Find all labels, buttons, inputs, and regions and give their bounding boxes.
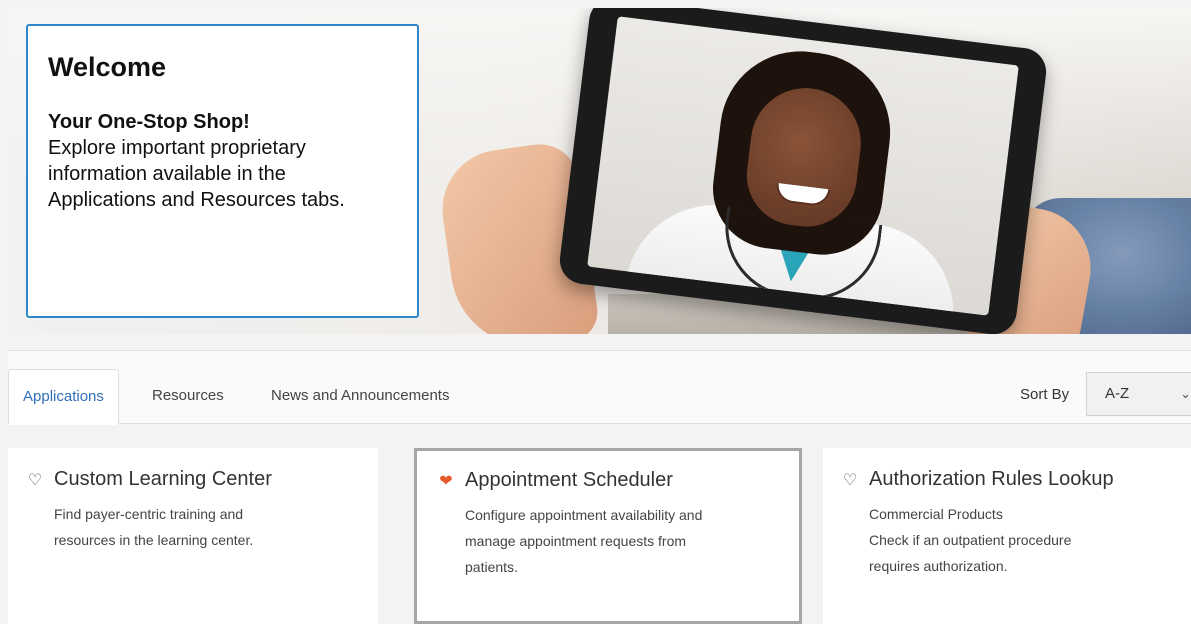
app-card-title-row: ♡ Authorization Rules Lookup [841,468,1173,491]
app-card-custom-learning-center[interactable]: ♡ Custom Learning Center Find payer-cent… [8,448,378,624]
app-card-desc-line: manage appointment requests from [465,533,687,549]
app-card-desc-line: patients. [465,559,518,575]
welcome-body: Explore important proprietary informatio… [48,137,345,211]
tablet-screen [587,16,1019,316]
tab-applications[interactable]: Applications [8,369,119,425]
tab-news-and-announcements[interactable]: News and Announcements [257,369,463,423]
sort-label: Sort By [1020,386,1070,403]
app-card-description: Commercial Products Check if an outpatie… [841,501,1173,579]
app-card-desc-line: requires authorization. [869,558,1008,574]
app-card-desc-line: Commercial Products [869,506,1003,522]
heart-filled-icon[interactable]: ❤ [437,471,455,491]
app-card-desc-line: Configure appointment availability and [465,507,703,523]
chevron-down-icon: ⌄ [1180,386,1191,401]
app-card-description: Configure appointment availability and m… [437,502,779,580]
sort-value: A-Z [1105,385,1130,402]
hero-tablet-image [557,8,1049,334]
heart-outline-icon[interactable]: ♡ [26,470,44,490]
tabs-bar: Applications Resources News and Announce… [8,350,1191,425]
sort-select[interactable]: A-Z ⌄ [1086,372,1191,416]
welcome-title: Welcome [48,52,167,82]
app-card-title[interactable]: Authorization Rules Lookup [869,468,1114,491]
tab-resources[interactable]: Resources [138,369,238,423]
app-card-appointment-scheduler[interactable]: ❤ Appointment Scheduler Configure appoin… [414,448,802,624]
welcome-card: Welcome Your One-Stop Shop! Explore impo… [26,24,419,318]
heart-outline-icon[interactable]: ♡ [841,470,859,490]
app-card-desc-line: Check if an outpatient procedure [869,532,1072,548]
welcome-subtitle: Your One-Stop Shop! [48,111,250,133]
app-card-desc-line: Find payer-centric training and [54,506,244,522]
app-card-desc-line: resources in the learning center. [54,532,254,548]
app-card-title-row: ❤ Appointment Scheduler [437,469,779,492]
app-card-title[interactable]: Appointment Scheduler [465,469,673,492]
app-card-description: Find payer-centric training and resource… [26,501,360,553]
app-card-authorization-rules-lookup[interactable]: ♡ Authorization Rules Lookup Commercial … [823,448,1191,624]
app-card-title[interactable]: Custom Learning Center [54,468,272,491]
app-card-title-row: ♡ Custom Learning Center [26,468,360,491]
